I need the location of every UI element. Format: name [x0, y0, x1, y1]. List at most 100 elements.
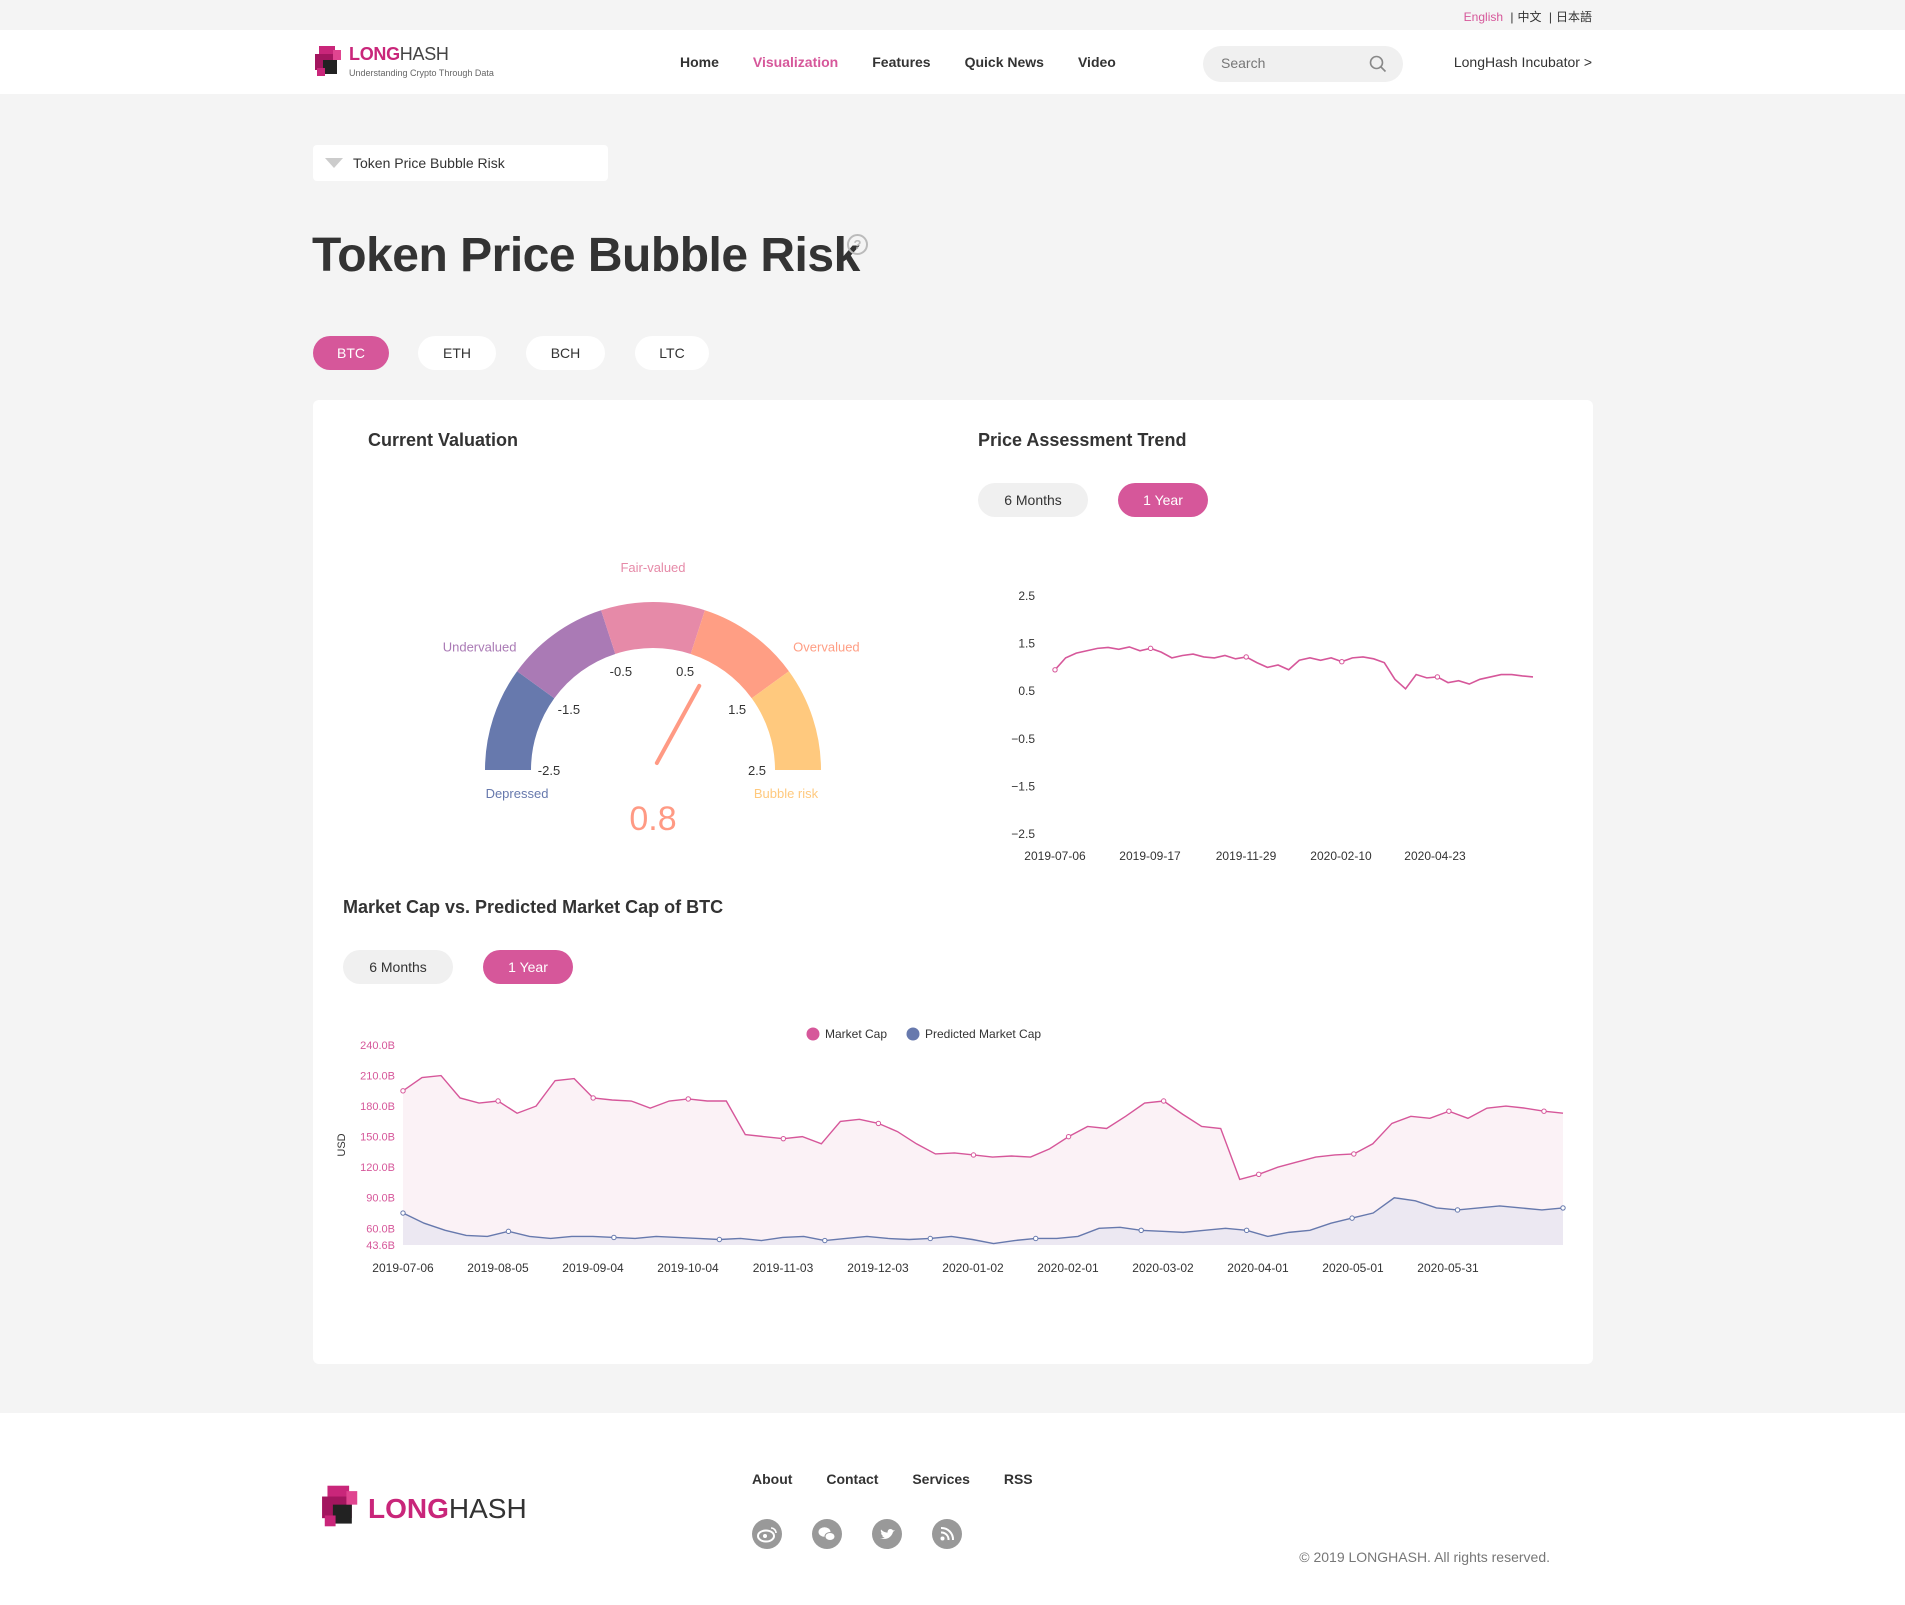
site-footer: LONGHASH About Contact Services RSS © 20… — [0, 1413, 1905, 1605]
mc-point — [1541, 1108, 1547, 1114]
trend-point — [1147, 645, 1154, 652]
nav-features[interactable]: Features — [872, 54, 930, 70]
mc-x-tick-label: 2020-05-01 — [1322, 1261, 1384, 1275]
footer-link-about[interactable]: About — [752, 1471, 792, 1487]
page-title: Token Price Bubble Risk — [312, 229, 860, 282]
gauge-needle — [654, 683, 702, 765]
nav-home[interactable]: Home — [680, 54, 719, 70]
mc-y-tick-label: 240.0B — [360, 1040, 395, 1052]
mc-x-tick-label: 2020-03-02 — [1132, 1261, 1194, 1275]
gauge-tick-label: -0.5 — [610, 664, 632, 679]
logo-wordmark: LONGHASH — [349, 44, 449, 64]
market-cap-range-6-months[interactable]: 6 Months — [343, 950, 453, 984]
copyright: © 2019 LONGHASH. All rights reserved. — [1299, 1549, 1550, 1565]
mc-x-tick-label: 2020-01-02 — [942, 1261, 1004, 1275]
mc-point — [1160, 1098, 1167, 1104]
footer-link-rss[interactable]: RSS — [1004, 1471, 1033, 1487]
lang-english[interactable]: English — [1464, 10, 1503, 24]
coin-tab-bch[interactable]: BCH — [526, 336, 605, 370]
incubator-link[interactable]: LongHash Incubator > — [1454, 54, 1592, 70]
gauge-zone-label: Overvalued — [793, 639, 859, 654]
mc-point — [1256, 1171, 1262, 1178]
coin-tab-btc[interactable]: BTC — [313, 336, 389, 370]
footer-link-contact[interactable]: Contact — [826, 1471, 878, 1487]
mc-y-axis-label: USD — [336, 1133, 348, 1156]
mc-x-tick-label: 2020-02-01 — [1037, 1261, 1099, 1275]
gauge-tick-label: 2.5 — [748, 763, 766, 778]
trend-range-6-months[interactable]: 6 Months — [978, 483, 1088, 517]
nav-video[interactable]: Video — [1078, 54, 1116, 70]
trend-y-tick-label: −1.5 — [1011, 779, 1035, 793]
legend-marker — [806, 1027, 820, 1041]
trend-y-tick-label: 1.5 — [1018, 637, 1035, 651]
gauge-zone-label: Bubble risk — [754, 786, 819, 801]
lang-chinese[interactable]: 中文 — [1518, 10, 1542, 24]
search-input[interactable] — [1221, 55, 1361, 71]
nav-quick-news[interactable]: Quick News — [965, 54, 1044, 70]
wechat-icon[interactable] — [812, 1519, 842, 1549]
gauge-value: 0.8 — [629, 800, 676, 838]
twitter-icon[interactable] — [872, 1519, 902, 1549]
lang-japanese[interactable]: 日本語 — [1556, 10, 1592, 24]
social-links — [752, 1519, 992, 1549]
mc-x-tick-label: 2019-11-03 — [753, 1261, 814, 1275]
language-bar: English | 中文 | 日本語 — [0, 0, 1905, 30]
site-header: LONGHASH Understanding Crypto Through Da… — [0, 30, 1905, 94]
trend-chart: 2.5 1.5 0.5 −0.5 −1.5 −2.5 2019-07-06 2019-09-1… — [1011, 589, 1534, 860]
mc-point — [716, 1236, 723, 1243]
mc-x-tick-label: 2019-07-06 — [372, 1261, 434, 1275]
lang-separator: | — [1548, 10, 1552, 24]
mc-y-tick-label: 210.0B — [360, 1071, 395, 1083]
trend-series-line — [1054, 646, 1534, 691]
mc-point — [1033, 1235, 1039, 1242]
mc-x-tick-label: 2020-05-31 — [1417, 1261, 1479, 1275]
mc-point — [780, 1135, 787, 1142]
mc-point — [822, 1237, 828, 1244]
site-logo[interactable]: LONGHASH Understanding Crypto Through Da… — [313, 44, 523, 84]
mc-point — [590, 1095, 596, 1101]
help-icon[interactable]: ? — [847, 234, 868, 255]
mc-y-tick-label: 180.0B — [360, 1101, 395, 1113]
mc-point — [495, 1098, 501, 1104]
mc-point — [1454, 1207, 1461, 1213]
mc-y-tick-label: 150.0B — [360, 1132, 395, 1144]
logo-tagline: Understanding Crypto Through Data — [349, 68, 494, 78]
trend-y-tick-label: −2.5 — [1011, 827, 1035, 841]
trend-y-tick-label: 2.5 — [1018, 589, 1035, 603]
trend-x-tick-label: 2019-07-06 — [1024, 849, 1086, 860]
mc-point — [970, 1152, 977, 1158]
mc-point — [1351, 1151, 1357, 1157]
gauge-zone-label: Fair-valued — [620, 560, 685, 575]
footer-logo[interactable]: LONGHASH — [318, 1483, 527, 1534]
trend-y-tick-label: 0.5 — [1018, 684, 1035, 698]
gauge-tick-label: -1.5 — [558, 702, 580, 717]
mc-point — [927, 1235, 933, 1242]
mc-point — [611, 1234, 617, 1241]
trend-range-1-year[interactable]: 1 Year — [1118, 483, 1208, 517]
search-icon[interactable] — [1369, 55, 1387, 73]
gauge-tick-label: 0.5 — [676, 664, 694, 679]
trend-title: Price Assessment Trend — [978, 430, 1187, 450]
search-box — [1203, 46, 1403, 82]
coin-tab-eth[interactable]: ETH — [418, 336, 496, 370]
valuation-gauge: -2.5 -1.5 -0.5 0.5 1.5 2.5 Depressed Undervalue… — [443, 560, 860, 838]
footer-links: About Contact Services RSS — [752, 1471, 1063, 1487]
visualization-select-value: Token Price Bubble Risk — [353, 155, 505, 171]
trend-point — [1052, 667, 1058, 673]
footer-link-services[interactable]: Services — [912, 1471, 970, 1487]
gauge-zone-label: Undervalued — [443, 639, 517, 654]
footer-wordmark: LONGHASH — [368, 1493, 527, 1524]
nav-visualization[interactable]: Visualization — [753, 54, 838, 70]
logo-mark-icon — [315, 46, 341, 76]
gauge-zone-label: Depressed — [486, 786, 549, 801]
trend-point — [1434, 674, 1441, 680]
weibo-icon[interactable] — [752, 1519, 782, 1549]
mc-x-tick-label: 2019-08-05 — [467, 1261, 529, 1275]
rss-icon[interactable] — [932, 1519, 962, 1549]
trend-point — [1339, 658, 1345, 665]
trend-x-tick-label: 2019-09-17 — [1119, 849, 1181, 860]
mc-point — [1560, 1205, 1566, 1211]
coin-tab-ltc[interactable]: LTC — [635, 336, 709, 370]
market-cap-range-1-year[interactable]: 1 Year — [483, 950, 573, 984]
visualization-select[interactable]: Token Price Bubble Risk — [313, 145, 608, 181]
